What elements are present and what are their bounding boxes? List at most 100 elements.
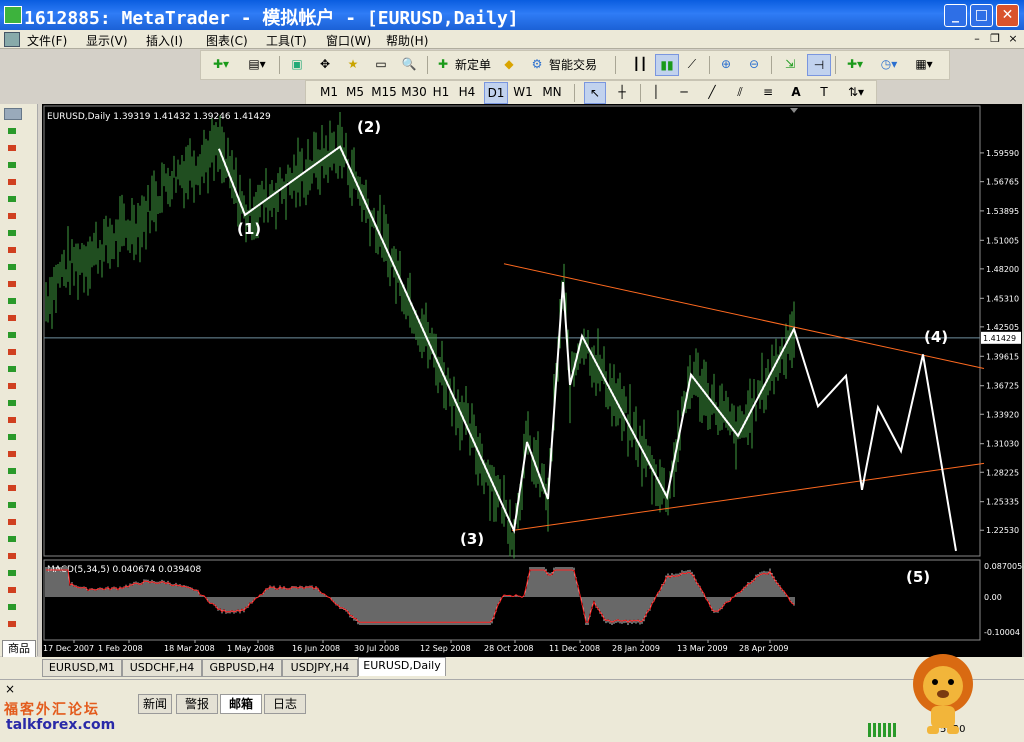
new-chart-icon[interactable]: ✚▾ [207,54,235,74]
symbol-direction-marker [8,162,16,168]
current-price-label: 1.41429 [983,334,1016,343]
tab-eurusd-m1[interactable]: EURUSD,M1 [42,659,122,677]
price-axis-label: 1.28225 [986,468,1019,477]
menu-file[interactable]: 文件(F) [27,32,67,49]
tab-gbpusd-h4[interactable]: GBPUSD,H4 [202,659,282,677]
terminal-tab-journal[interactable]: 日志 [264,694,306,714]
menu-insert[interactable]: 插入(I) [146,32,183,49]
menu-window[interactable]: 窗口(W) [326,32,371,49]
side-tab-symbols[interactable]: 商品 [2,640,36,658]
macd-axis-label: -0.10004 [984,628,1020,637]
macd-axis-label: 0.00 [984,593,1002,602]
expert-advisors-button[interactable]: 智能交易 [549,54,601,74]
symbol-direction-marker [8,213,16,219]
separator [640,84,641,102]
text-icon[interactable]: A [786,82,806,102]
new-order-icon[interactable]: ✚ [433,54,453,74]
symbol-direction-marker [8,434,16,440]
favorites-icon[interactable]: ★ [343,54,363,74]
mdi-restore-icon[interactable]: ❐ [988,32,1002,45]
separator [279,56,280,74]
menu-view[interactable]: 显示(V) [86,32,128,49]
timeframe-m15-button[interactable]: M15 [370,82,398,102]
cursor-icon[interactable]: ↖ [584,82,606,104]
navigator-icon[interactable]: ✥ [315,54,335,74]
terminal-icon[interactable]: ▭ [371,54,391,74]
timeframe-d1-button[interactable]: D1 [484,82,508,104]
expert-advisor-icon[interactable]: ⚙ [527,54,547,74]
time-axis-label: 1 May 2008 [227,644,274,653]
price-axis-label: 1.45310 [986,294,1019,303]
wave-label: (3) [460,530,484,548]
tab-eurusd-daily[interactable]: EURUSD,Daily [358,657,446,676]
templates-icon[interactable]: ▦▾ [909,54,939,74]
text-label-icon[interactable]: T [814,82,834,102]
timeframe-w1-button[interactable]: W1 [512,82,534,102]
time-axis-label: 28 Apr 2009 [739,644,788,653]
zoom-out-icon[interactable]: ⊖ [743,54,765,74]
strip-header-icon[interactable] [4,108,22,120]
terminal-panel: × 新闻 警报 邮箱 日志 5520 [0,677,1024,742]
timeframe-m5-button[interactable]: M5 [344,82,366,102]
divider [0,679,1024,680]
strategy-tester-icon[interactable]: 🔍 [399,54,419,74]
minimize-button[interactable]: _ [944,4,967,27]
vertical-line-icon[interactable]: │ [646,82,666,102]
market-watch-icon[interactable]: ▣ [287,54,307,74]
symbol-direction-marker [8,536,16,542]
symbol-direction-marker [8,247,16,253]
crosshair-icon[interactable]: ┼ [612,82,632,102]
symbol-direction-marker [8,519,16,525]
symbol-direction-marker [8,128,16,134]
terminal-tab-mailbox[interactable]: 邮箱 [220,694,262,714]
chart-window[interactable]: EURUSD,Daily 1.39319 1.41432 1.39246 1.4… [42,104,1022,657]
terminal-close-icon[interactable]: × [2,682,18,696]
time-axis-label: 30 Jul 2008 [354,644,399,653]
auto-scroll-icon[interactable]: ⇲ [779,54,801,74]
symbol-direction-marker [8,366,16,372]
bar-chart-icon[interactable]: ┃┃ [629,54,651,74]
alert-icon[interactable]: ◆ [499,54,519,74]
maximize-button[interactable]: □ [970,4,993,27]
timeframe-h4-button[interactable]: H4 [456,82,478,102]
trendline-icon[interactable]: ╱ [702,82,722,102]
symbol-direction-marker [8,349,16,355]
zoom-in-icon[interactable]: ⊕ [715,54,737,74]
chart-shift-icon[interactable]: ⊣ [807,54,831,76]
profiles-icon[interactable]: ▤▾ [243,54,271,74]
time-axis-label: 13 Mar 2009 [677,644,728,653]
timeframe-m30-button[interactable]: M30 [400,82,428,102]
close-button[interactable]: ✕ [996,4,1019,27]
timeframe-h1-button[interactable]: H1 [430,82,452,102]
symbol-direction-marker [8,281,16,287]
equidistant-channel-icon[interactable]: ⫽ [730,82,750,102]
time-axis-label: 18 Mar 2008 [164,644,215,653]
symbol-direction-marker [8,383,16,389]
periods-icon[interactable]: ◷▾ [875,54,903,74]
fibonacci-icon[interactable]: ≡ [758,82,778,102]
menu-tools[interactable]: 工具(T) [266,32,307,49]
standard-toolbar: ✚▾ ▤▾ ▣ ✥ ★ ▭ 🔍 ✚ 新定单 ◆ ⚙ 智能交易 ┃┃ ▮▮ ⟋ ⊕… [200,50,950,80]
indicators-icon[interactable]: ✚▾ [841,54,869,74]
line-chart-icon[interactable]: ⟋ [681,54,703,74]
price-chart[interactable]: EURUSD,Daily 1.39319 1.41432 1.39246 1.4… [42,104,1022,657]
mdi-close-icon[interactable]: × [1006,32,1020,45]
menu-help[interactable]: 帮助(H) [386,32,428,49]
horizontal-line-icon[interactable]: ─ [674,82,694,102]
new-order-button[interactable]: 新定单 [455,54,495,74]
terminal-tab-news[interactable]: 新闻 [138,694,172,714]
timeframe-mn-button[interactable]: MN [540,82,564,102]
candlestick-icon[interactable]: ▮▮ [655,54,679,76]
menu-charts[interactable]: 图表(C) [206,32,248,49]
symbol-direction-marker [8,468,16,474]
tab-usdjpy-h4[interactable]: USDJPY,H4 [282,659,358,677]
separator [709,56,710,74]
symbol-direction-marker [8,332,16,338]
terminal-tab-alerts[interactable]: 警报 [176,694,218,714]
arrows-icon[interactable]: ⇅▾ [842,82,870,102]
mdi-minimize-icon[interactable]: – [970,32,984,45]
timeframe-m1-button[interactable]: M1 [318,82,340,102]
tab-usdchf-h4[interactable]: USDCHF,H4 [122,659,202,677]
price-axis-label: 1.36725 [986,382,1019,391]
periodicity-toolbar: M1 M5 M15 M30 H1 H4 D1 W1 MN ↖ ┼ │ ─ ╱ ⫽… [305,80,877,106]
